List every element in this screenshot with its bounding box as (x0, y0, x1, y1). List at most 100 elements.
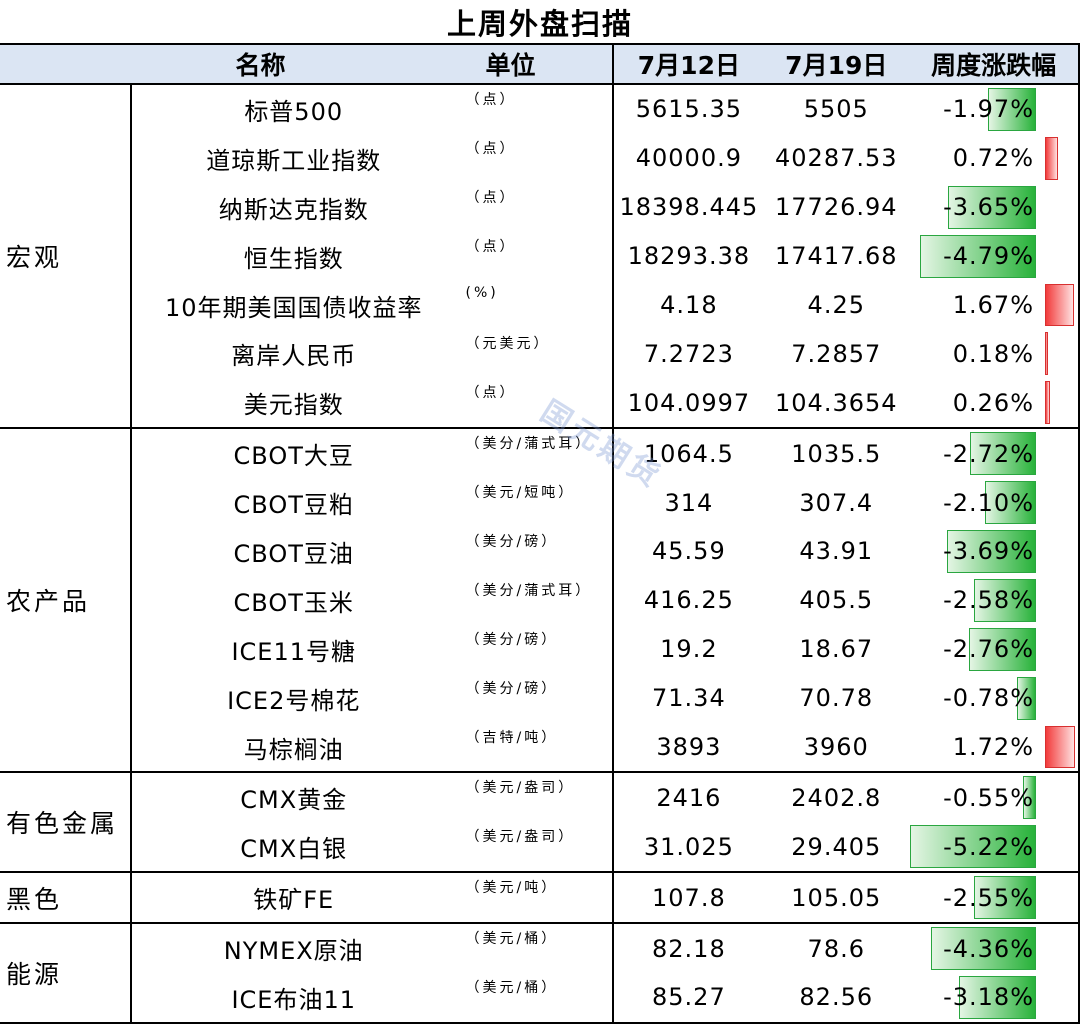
header-date1: 7月12日 (613, 43, 764, 85)
value-jul12: 416.25 (643, 586, 734, 615)
item-unit: （吉特/吨） (455, 722, 615, 774)
item-name: CMX黄金 (240, 786, 348, 815)
header-row: 名称 单位 7月12日 7月19日 周度涨跌幅 (0, 43, 1080, 85)
weekly-change-cell: -0.55% (909, 772, 1080, 823)
table-row: 道琼斯工业指数 （点） 40000.9 40287.53 0.72% (0, 133, 1080, 183)
weekly-change-value: 1.72% (952, 733, 1034, 762)
positive-change-bar (1045, 381, 1051, 425)
value-jul19: 5505 (803, 95, 869, 124)
item-unit: （美分/磅） (455, 624, 615, 674)
weekly-change-value: -0.55% (943, 783, 1034, 812)
item-name: CBOT豆粕 (233, 491, 354, 520)
header-name: 名称 (0, 43, 456, 85)
table-row: CBOT玉米 （美分/蒲式耳） 416.25 405.5 -2.58% (0, 575, 1080, 625)
value-jul12: 1064.5 (643, 439, 734, 468)
header-unit: 单位 (455, 43, 615, 85)
item-name: CBOT豆油 (233, 539, 354, 568)
weekly-change-cell: 0.26% (909, 378, 1080, 430)
table-row: 纳斯达克指数 （点） 18398.445 17726.94 -3.65% (0, 182, 1080, 232)
value-jul19: 3960 (763, 722, 910, 774)
weekly-change-value: 0.72% (952, 144, 1034, 173)
value-jul19: 307.4 (799, 488, 874, 517)
weekly-change-value: -2.10% (943, 488, 1034, 517)
weekly-change-cell: -3.65% (909, 182, 1080, 232)
market-scan-sheet: 上周外盘扫描 名称 单位 7月12日 7月19日 周度涨跌幅 宏观 标普500 （点… (0, 0, 1080, 1024)
item-name: 马棕榈油 (130, 722, 456, 774)
item-name: 纳斯达克指数 (218, 195, 369, 224)
value-jul12: 4.18 (660, 291, 718, 319)
table-row: CMX白银 （美元/盎司） 31.025 29.405 -5.22% (0, 822, 1080, 874)
item-name: 10年期美国国债收益率 (164, 293, 423, 322)
value-jul19: 17417.68 (775, 242, 898, 271)
weekly-change-cell: -1.97% (909, 84, 1080, 134)
item-name: ICE2号棉花 (227, 686, 361, 715)
item-unit: (%) (455, 280, 615, 330)
value-jul12: 31.025 (613, 822, 764, 874)
weekly-change-cell: -0.78% (909, 673, 1080, 723)
weekly-change-value: -2.58% (943, 586, 1034, 615)
weekly-change-cell: -4.79% (909, 231, 1080, 281)
value-jul19: 2402.8 (791, 783, 882, 812)
weekly-change-value: -1.97% (943, 95, 1034, 124)
table-row: 有色金属 CMX黄金 （美元/盎司） 2416 2402.8 -0.55% (0, 772, 1080, 874)
item-unit: （美分/磅） (455, 673, 615, 723)
weekly-change-value: -2.55% (943, 883, 1034, 912)
table-row: 黑色 铁矿FE （美元/吨） 107.8 105.05 -2.55% (0, 872, 1080, 925)
value-jul19: 4.25 (807, 291, 865, 319)
item-unit: （点） (455, 182, 615, 232)
value-jul12: 314 (664, 488, 714, 517)
table-row: CBOT豆粕 （美元/短吨） 314 307.4 -2.10% (0, 478, 1080, 528)
value-jul12: 45.59 (652, 537, 726, 566)
weekly-change-value: -0.78% (943, 684, 1034, 713)
value-jul19: 43.91 (799, 537, 874, 566)
value-jul19: 78.6 (807, 934, 865, 963)
item-unit: （点） (455, 84, 615, 134)
value-jul19: 17726.94 (775, 193, 898, 222)
weekly-change-value: -3.18% (943, 983, 1034, 1012)
weekly-change-cell: 1.67% (909, 280, 1080, 330)
positive-change-bar (1045, 136, 1059, 180)
value-jul19: 82.56 (763, 973, 910, 1024)
value-jul12: 104.0997 (613, 378, 764, 430)
value-jul12: 19.2 (660, 635, 718, 664)
item-unit: （美元/盎司） (455, 822, 615, 874)
category-cell: 能源 (0, 923, 132, 1024)
item-name: ICE布油11 (130, 973, 456, 1024)
weekly-change-cell: 0.18% (909, 329, 1080, 379)
item-name: CBOT玉米 (233, 588, 354, 617)
table-row: 恒生指数 （点） 18293.38 17417.68 -4.79% (0, 231, 1080, 281)
weekly-change-value: -2.72% (943, 439, 1034, 468)
category-cell: 黑色 (0, 872, 132, 925)
weekly-change-cell: -4.36% (909, 923, 1080, 974)
item-name: 离岸人民币 (231, 342, 357, 371)
value-jul12: 7.2723 (643, 339, 734, 368)
weekly-change-value: 0.18% (952, 339, 1034, 368)
table-row: CBOT豆油 （美分/磅） 45.59 43.91 -3.69% (0, 527, 1080, 576)
weekly-change-cell: -3.69% (909, 527, 1080, 576)
item-unit: （美元/桶） (455, 973, 615, 1024)
table-row: ICE2号棉花 （美分/磅） 71.34 70.78 -0.78% (0, 673, 1080, 723)
weekly-change-cell: -2.10% (909, 478, 1080, 528)
value-jul12: 18398.445 (619, 193, 759, 222)
table-row: 能源 NYMEX原油 （美元/桶） 82.18 78.6 -4.36% (0, 923, 1080, 1024)
value-jul19: 70.78 (799, 684, 874, 713)
item-unit: （美元/盎司） (455, 772, 615, 823)
value-jul19: 405.5 (799, 586, 874, 615)
item-unit: （点） (455, 231, 615, 281)
table-row: 宏观 标普500 （点） 5615.35 5505 -1.97% (0, 84, 1080, 430)
positive-change-bar (1045, 332, 1049, 376)
positive-change-bar (1045, 725, 1076, 769)
weekly-change-cell: 1.72% (909, 722, 1080, 774)
category-cell: 有色金属 (0, 772, 132, 874)
sheet-title: 上周外盘扫描 (446, 6, 633, 41)
value-jul12: 85.27 (613, 973, 764, 1024)
weekly-change-value: -3.65% (943, 193, 1034, 222)
table-row: 离岸人民币 （元美元） 7.2723 7.2857 0.18% (0, 329, 1080, 379)
category-cell: 宏观 (0, 84, 132, 430)
weekly-change-cell: -2.76% (909, 624, 1080, 674)
item-name: 铁矿FE (130, 872, 456, 925)
weekly-change-value: -4.79% (943, 242, 1034, 271)
weekly-change-value: -2.76% (943, 635, 1034, 664)
header-change: 周度涨跌幅 (909, 43, 1080, 85)
value-jul19: 7.2857 (791, 339, 882, 368)
